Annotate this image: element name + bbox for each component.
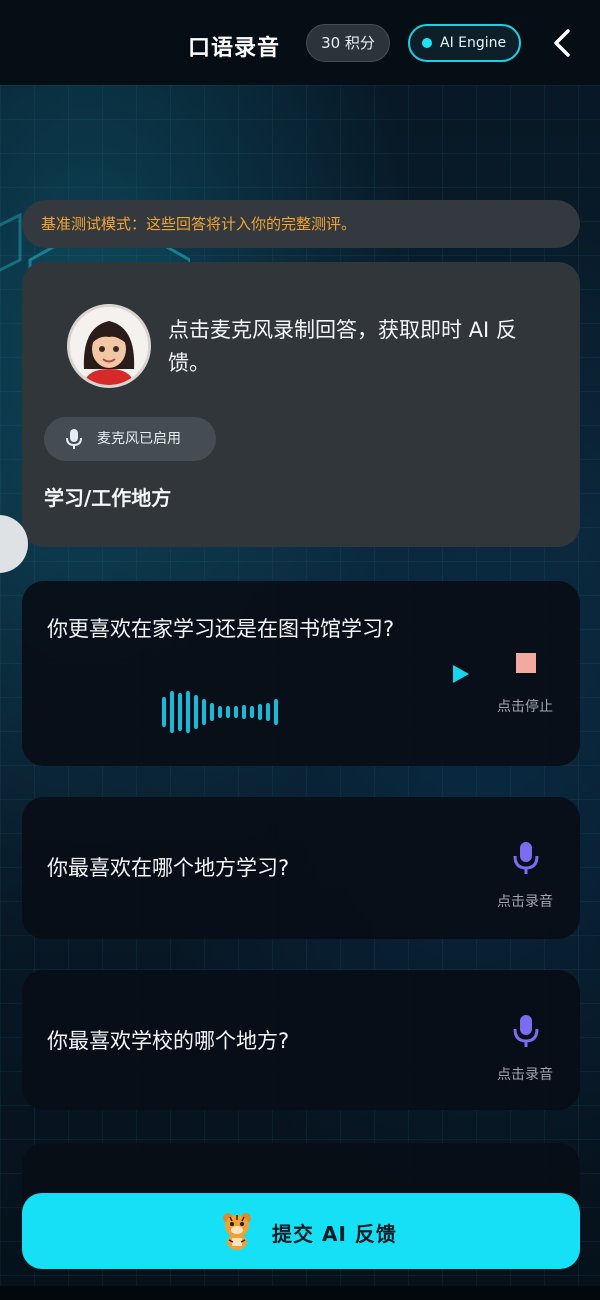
benchmark-banner: 基准测试模式：这些回答将计入你的完整测评。 [22,200,580,248]
mic-status-label: 麦克风已启用 [97,431,181,447]
mic-enabled-badge: 麦克风已启用 [44,417,216,461]
microphone-icon[interactable] [513,1014,539,1048]
submit-feedback-button[interactable]: 提交 AI 反馈 [22,1193,580,1269]
submit-label: 提交 AI 反馈 [272,1222,397,1246]
points-badge: 30 积分 [306,24,390,62]
girl-avatar-icon [70,307,148,385]
stop-label: 点击停止 [497,699,553,715]
avatar [67,304,151,388]
intro-card: 点击麦克风录制回答，获取即时 AI 反馈。 麦克风已启用 学习/工作地方 [22,262,580,547]
stop-icon[interactable] [516,653,536,673]
question-text: 你最喜欢学校的哪个地方? [47,1029,290,1053]
audio-waveform [162,691,278,733]
tiger-mascot-icon [223,1213,251,1250]
question-card: 你最喜欢学校的哪个地方? 点击录音 [22,970,580,1110]
back-chevron-icon[interactable] [548,26,578,60]
intro-instruction: 点击麦克风录制回答，获取即时 AI 反馈。 [168,318,517,375]
question-text: 你更喜欢在家学习还是在图书馆学习? [47,617,395,641]
bottom-bar [0,1286,600,1300]
record-label: 点击录音 [497,894,553,910]
status-dot-icon [422,38,432,48]
microphone-icon[interactable] [513,841,539,875]
ai-engine-badge[interactable]: AI Engine [408,24,521,62]
record-label: 点击录音 [497,1067,553,1083]
play-icon[interactable] [452,664,470,684]
topic-title: 学习/工作地方 [44,486,172,510]
question-card: 你最喜欢在哪个地方学习? 点击录音 [22,797,580,939]
page-title: 口语录音 [188,36,281,61]
header: 口语录音 30 积分 AI Engine [0,0,600,85]
question-card: 你更喜欢在家学习还是在图书馆学习? 点击停止 [22,581,580,766]
ai-engine-label: AI Engine [440,35,507,51]
microphone-icon [66,429,82,449]
question-text: 你最喜欢在哪个地方学习? [47,856,290,880]
